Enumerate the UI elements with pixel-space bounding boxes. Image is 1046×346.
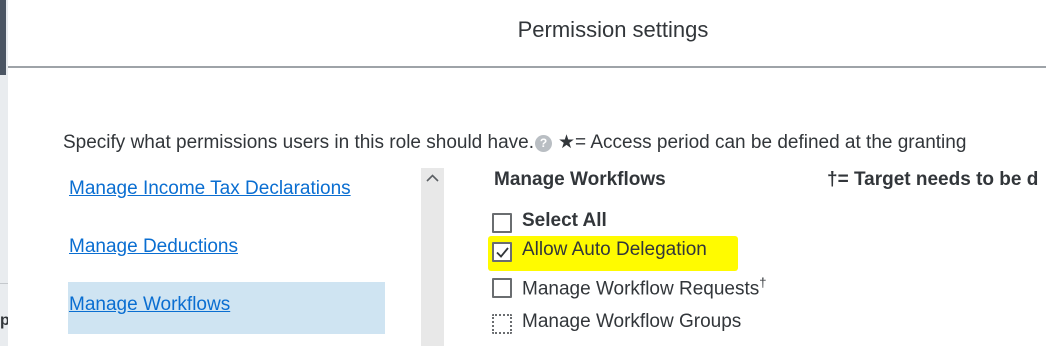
workflow-requests-label-wrap: Manage Workflow Requests† — [522, 275, 767, 300]
intro-text: Specify what permissions users in this r… — [63, 132, 535, 153]
auto-delegation-checkbox[interactable] — [492, 242, 512, 262]
category-link-workflows[interactable]: Manage Workflows — [69, 294, 230, 316]
section-title: Manage Workflows — [494, 169, 666, 190]
category-list-scrollbar[interactable] — [421, 168, 444, 346]
workflow-groups-checkbox[interactable] — [492, 314, 512, 334]
category-item-deductions[interactable]: Manage Deductions — [68, 226, 385, 278]
background-divider — [0, 283, 8, 284]
target-legend-note: †= Target needs to be d — [827, 169, 1039, 190]
dialog-header: Permission settings — [8, 0, 1046, 68]
background-app-header — [0, 0, 6, 75]
scroll-up-arrow-icon[interactable] — [425, 171, 440, 186]
dagger-marker: † — [759, 275, 767, 290]
permission-settings-dialog: Permission settings Specify what permiss… — [8, 0, 1046, 346]
intro-text-row: Specify what permissions users in this r… — [63, 131, 966, 154]
checkmark-icon — [496, 247, 509, 258]
workflow-requests-checkbox[interactable] — [492, 278, 512, 298]
category-item-workflows[interactable]: Manage Workflows — [68, 282, 385, 334]
background-app-text: p — [0, 312, 8, 329]
select-all-label: Select All — [522, 210, 607, 231]
select-all-checkbox[interactable] — [492, 213, 512, 233]
background-app-strip — [0, 0, 8, 346]
workflow-requests-label: Manage Workflow Requests — [522, 278, 760, 300]
category-item-income-tax[interactable]: Manage Income Tax Declarations — [68, 168, 385, 220]
access-period-note: ★= Access period can be defined at the g… — [558, 132, 967, 153]
category-link-income-tax[interactable]: Manage Income Tax Declarations — [69, 178, 351, 200]
dialog-title: Permission settings — [517, 17, 709, 42]
auto-delegation-label: Allow Auto Delegation — [522, 239, 707, 260]
category-link-deductions[interactable]: Manage Deductions — [69, 236, 238, 258]
workflow-groups-label: Manage Workflow Groups — [522, 311, 742, 332]
question-mark-icon[interactable]: ? — [535, 135, 553, 152]
